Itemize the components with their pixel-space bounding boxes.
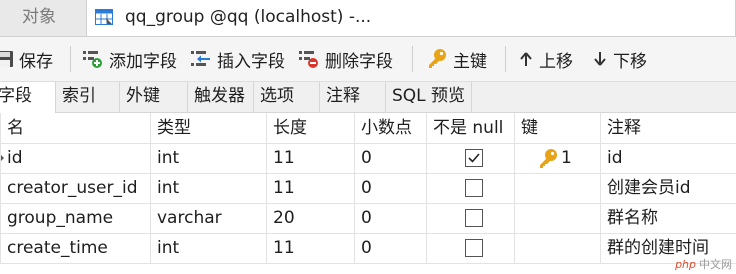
save-label: 保存: [19, 51, 53, 72]
primary-key-icon: [540, 149, 557, 168]
toolbar-divider: [505, 46, 506, 72]
column-header-not-null[interactable]: 不是 null: [426, 113, 514, 143]
not-null-checkbox[interactable]: [465, 209, 483, 227]
toolbar-divider: [412, 46, 413, 72]
watermark-text: 中文网: [699, 258, 732, 271]
subtab-foreign-keys[interactable]: 外键: [120, 82, 188, 112]
key-cell: [514, 203, 600, 233]
insert-field-button[interactable]: 插入字段: [190, 46, 285, 72]
subtab-label: 选项: [260, 86, 294, 106]
key-cell: 1: [514, 143, 600, 173]
not-null-checkbox[interactable]: [465, 239, 483, 257]
save-icon: [0, 51, 13, 67]
arrow-up-icon: [520, 52, 532, 66]
move-down-label: 下移: [613, 51, 647, 72]
subtab-label: 字段: [0, 86, 32, 106]
insert-field-icon: [191, 51, 210, 66]
field-name-cell[interactable]: group_name: [0, 203, 150, 233]
field-name-cell[interactable]: create_time: [0, 233, 150, 263]
design-subtabs: 字段 索引 外键 触发器 选项 注释 SQL 预览: [0, 82, 736, 113]
table-row[interactable]: id int 11 0 1 id: [0, 143, 736, 174]
field-type-cell[interactable]: varchar: [150, 203, 266, 233]
column-header-name[interactable]: 名: [0, 113, 150, 143]
column-header-type[interactable]: 类型: [150, 113, 266, 143]
subtab-label: 触发器: [194, 86, 245, 106]
subtab-label: SQL 预览: [392, 86, 466, 106]
window-tab-bar: 对象 qq_group @qq (localhost) -...: [0, 0, 736, 37]
field-comment-cell[interactable]: 群名称: [600, 203, 736, 233]
field-name-cell[interactable]: id: [0, 143, 150, 173]
subtab-options[interactable]: 选项: [254, 82, 320, 112]
field-length-cell[interactable]: 11: [266, 233, 354, 263]
delete-field-label: 删除字段: [325, 51, 393, 72]
subtab-indexes[interactable]: 索引: [56, 82, 120, 112]
insert-field-label: 插入字段: [217, 51, 285, 72]
subtab-label: 注释: [326, 86, 360, 106]
field-comment-cell[interactable]: id: [600, 143, 736, 173]
move-up-button[interactable]: 上移: [518, 46, 573, 72]
field-length-cell[interactable]: 11: [266, 173, 354, 203]
tab-objects[interactable]: 对象: [0, 0, 84, 36]
column-header-key[interactable]: 键: [514, 113, 600, 143]
subtab-label: 外键: [126, 86, 160, 106]
field-type-cell[interactable]: int: [150, 173, 266, 203]
field-decimals-cell[interactable]: 0: [354, 173, 426, 203]
move-down-button[interactable]: 下移: [592, 46, 647, 72]
subtab-sql-preview[interactable]: SQL 预览: [386, 82, 472, 112]
field-decimals-cell[interactable]: 0: [354, 143, 426, 173]
field-decimals-cell[interactable]: 0: [354, 203, 426, 233]
site-watermark: php 中文网: [675, 256, 732, 272]
table-row[interactable]: create_time int 11 0 群的创建时间: [0, 233, 736, 264]
field-decimals-cell[interactable]: 0: [354, 233, 426, 263]
subtab-comment[interactable]: 注释: [320, 82, 386, 112]
grid-header-row: 名 类型 长度 小数点 不是 null 键 注释: [0, 113, 736, 144]
primary-key-button[interactable]: 主键: [426, 46, 487, 72]
design-toolbar: 保存 添加字段 插入字段 删除字段 主键 上移 下移: [0, 37, 736, 82]
field-type-cell[interactable]: int: [150, 143, 266, 173]
move-up-label: 上移: [539, 51, 573, 72]
not-null-cell: [426, 173, 514, 203]
table-icon: [95, 9, 113, 25]
not-null-cell: [426, 203, 514, 233]
key-cell: [514, 173, 600, 203]
key-order: 1: [561, 148, 572, 168]
not-null-cell: [426, 143, 514, 173]
field-length-cell[interactable]: 20: [266, 203, 354, 233]
add-field-button[interactable]: 添加字段: [82, 46, 177, 72]
delete-field-button[interactable]: 删除字段: [298, 46, 393, 72]
key-cell: [514, 233, 600, 263]
not-null-checkbox[interactable]: [465, 179, 483, 197]
field-name-cell[interactable]: creator_user_id: [0, 173, 150, 203]
key-icon: [429, 49, 446, 68]
tab-table-design[interactable]: qq_group @qq (localhost) -...: [86, 0, 736, 36]
subtab-label: 索引: [62, 86, 96, 106]
field-comment-cell[interactable]: 创建会员id: [600, 173, 736, 203]
not-null-cell: [426, 233, 514, 263]
add-field-label: 添加字段: [109, 51, 177, 72]
not-null-checkbox[interactable]: [465, 149, 483, 167]
table-row[interactable]: group_name varchar 20 0 群名称: [0, 203, 736, 234]
save-button[interactable]: 保存: [0, 46, 53, 72]
field-length-cell[interactable]: 11: [266, 143, 354, 173]
field-type-cell[interactable]: int: [150, 233, 266, 263]
delete-field-icon: [299, 51, 318, 68]
tab-table-design-label: qq_group @qq (localhost) -...: [125, 7, 372, 27]
column-header-length[interactable]: 长度: [266, 113, 354, 143]
tab-objects-label: 对象: [22, 7, 56, 27]
subtab-fields[interactable]: 字段: [0, 82, 56, 113]
add-field-icon: [83, 51, 102, 68]
subtab-triggers[interactable]: 触发器: [188, 82, 254, 112]
toolbar-divider: [70, 46, 71, 72]
watermark-logo: php: [675, 257, 696, 271]
table-row[interactable]: creator_user_id int 11 0 创建会员id: [0, 173, 736, 204]
column-header-comment[interactable]: 注释: [600, 113, 736, 143]
column-header-decimals[interactable]: 小数点: [354, 113, 426, 143]
checkmark-icon: [468, 153, 480, 163]
primary-key-label: 主键: [453, 51, 487, 72]
arrow-down-icon: [594, 52, 606, 66]
